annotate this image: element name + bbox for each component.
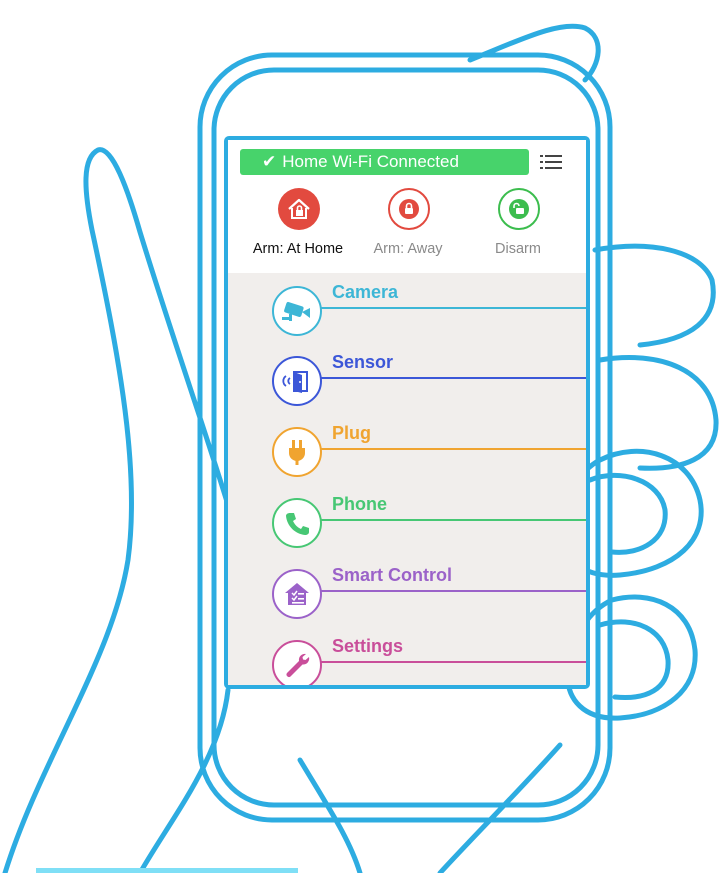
divider-line [320, 377, 586, 379]
security-mode-selector: Arm: At Home Arm: Away Disarm [228, 188, 586, 268]
home-lock-icon [278, 188, 320, 230]
phone-screen: ✔ Home Wi-Fi Connected Arm: At Home Arm:… [228, 140, 586, 685]
menu-item-smart-control[interactable]: Smart Control [228, 565, 586, 629]
decorative-bottom-bar [36, 868, 298, 873]
menu-item-label: Phone [332, 494, 388, 514]
mode-label: Disarm [495, 241, 541, 257]
list-menu-button[interactable] [532, 149, 570, 175]
menu-item-phone[interactable]: Phone [228, 494, 586, 558]
status-area: ✔ Home Wi-Fi Connected Arm: At Home Arm:… [228, 140, 586, 273]
menu-item-settings[interactable]: Settings [228, 636, 586, 685]
lock-icon [388, 188, 430, 230]
menu-item-label: Plug [332, 423, 371, 443]
divider-line [320, 661, 586, 663]
door-sensor-icon [272, 356, 322, 406]
menu-item-label: Camera [332, 282, 399, 302]
list-menu-icon [540, 155, 562, 169]
mode-label: Arm: Away [373, 241, 443, 257]
divider-line [320, 519, 586, 521]
menu-item-camera[interactable]: Camera [228, 282, 586, 346]
unlock-icon [498, 188, 540, 230]
mode-disarm[interactable]: Disarm [458, 188, 578, 268]
camera-icon [272, 286, 322, 336]
plug-icon [272, 427, 322, 477]
check-icon: ✔ [262, 152, 277, 171]
menu-item-plug[interactable]: Plug [228, 423, 586, 487]
menu-item-sensor[interactable]: Sensor [228, 352, 586, 416]
phone-icon [272, 498, 322, 548]
mode-arm-away[interactable]: Arm: Away [348, 188, 468, 268]
menu-item-label: Settings [332, 636, 404, 656]
mode-arm-at-home[interactable]: Arm: At Home [238, 188, 358, 268]
menu-item-label: Smart Control [332, 565, 453, 585]
divider-line [320, 590, 586, 592]
divider-line [320, 448, 586, 450]
wifi-status-text: Home Wi-Fi Connected [282, 152, 459, 171]
divider-line [320, 307, 586, 309]
wrench-icon [272, 640, 322, 685]
wifi-status-bar: ✔ Home Wi-Fi Connected [240, 149, 529, 175]
smart-home-icon [272, 569, 322, 619]
menu-item-label: Sensor [332, 352, 394, 372]
mode-label: Arm: At Home [252, 241, 344, 257]
